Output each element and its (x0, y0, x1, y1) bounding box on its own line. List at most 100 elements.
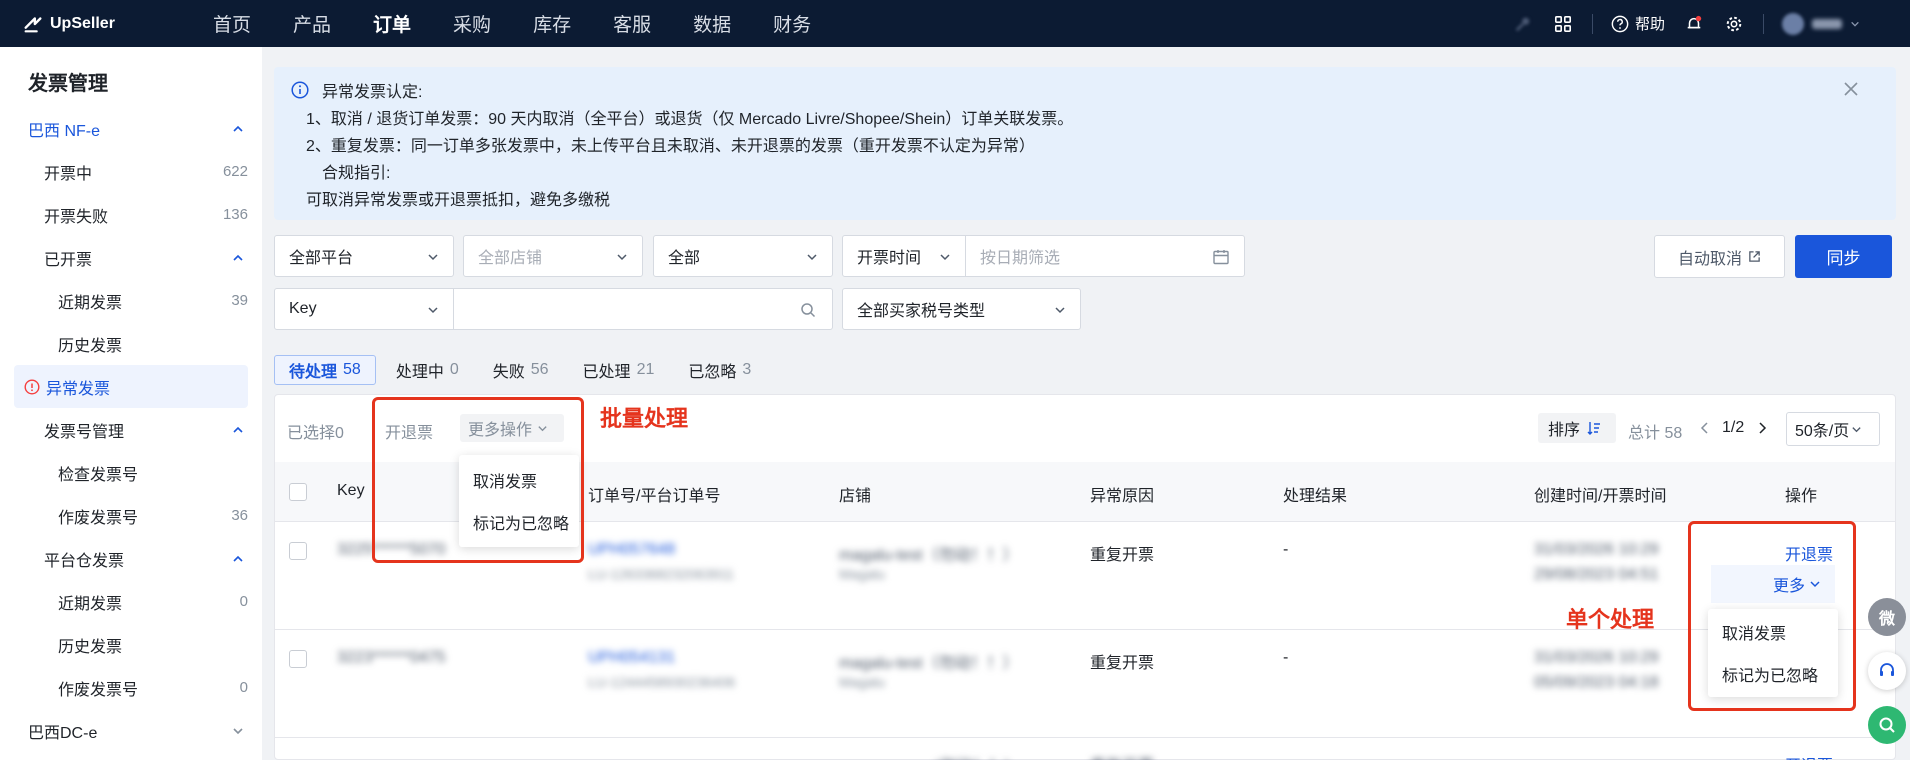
row-store: (勿动！！) (935, 752, 1010, 760)
sidebar-item-history-invoices[interactable]: 历史发票 (0, 322, 262, 365)
sidebar-item-platform-warehouse-invoices[interactable]: 平台仓发票 (0, 537, 262, 580)
sidebar-item-label: 巴西DC-e (28, 724, 98, 742)
brand-logo[interactable]: UpSeller (22, 13, 152, 35)
chevron-down-icon (1055, 307, 1065, 314)
sidebar-item-void-invoice-number[interactable]: 作废发票号 36 (0, 494, 262, 537)
row-checkbox[interactable] (289, 542, 307, 560)
sidebar-item-abnormal-invoices[interactable]: 异常发票 (14, 365, 248, 408)
sidebar-item-check-invoice-number[interactable]: 检查发票号 (0, 451, 262, 494)
batch-annotation-label: 批量处理 (600, 406, 689, 431)
row-result: - (1283, 541, 1289, 558)
user-menu[interactable] (1782, 12, 1860, 35)
external-link-icon (1749, 251, 1760, 262)
row-reason: 重复开票 (1090, 752, 1154, 760)
sidebar-item-issued[interactable]: 已开票 (0, 236, 262, 279)
sync-button[interactable]: 同步 (1795, 235, 1892, 278)
nav-inventory[interactable]: 库存 (512, 10, 592, 37)
auto-cancel-button[interactable]: 自动取消 (1654, 235, 1785, 278)
sidebar-item-label: 巴西 NF-e (28, 122, 101, 140)
row-order-link[interactable]: UPH057648 (588, 541, 675, 559)
user-name-blurred (1812, 18, 1842, 29)
row-refund-button[interactable]: 开退票 (1785, 752, 1833, 760)
settings-gear-icon[interactable] (1723, 13, 1745, 35)
notice-guide-text: 可取消异常发票或开退票抵扣，避免多缴税 (306, 192, 611, 209)
upseller-logo-icon (24, 16, 42, 32)
tab-processed[interactable]: 已处理 21 (569, 355, 669, 385)
chevron-down-icon (233, 727, 243, 734)
tab-label: 待处理 (289, 364, 338, 381)
sidebar-item-recent-invoices[interactable]: 近期发票 39 (0, 279, 262, 322)
chevron-left-icon[interactable] (1699, 421, 1711, 435)
column-header-result: 处理结果 (1283, 488, 1348, 505)
chevron-up-icon (233, 125, 243, 132)
nav-orders[interactable]: 订单 (352, 10, 432, 37)
row-checkbox[interactable] (289, 650, 307, 668)
tab-pending[interactable]: 待处理 58 (274, 355, 376, 385)
platform-select[interactable]: 全部平台 (274, 235, 454, 277)
notice-title: 异常发票认定: (322, 84, 423, 101)
date-range-input[interactable]: 按日期筛选 (965, 235, 1245, 277)
select-all-checkbox[interactable] (289, 483, 307, 501)
nav-data[interactable]: 数据 (672, 10, 752, 37)
sidebar-item-warehouse-recent-invoices[interactable]: 近期发票 0 (0, 580, 262, 623)
tab-count: 21 (636, 361, 655, 378)
sidebar-item-brazil-dce[interactable]: 巴西DC-e (0, 709, 262, 752)
nav-finance[interactable]: 财务 (752, 10, 832, 37)
help-circle-icon (1611, 15, 1629, 32)
key-type-select[interactable]: Key (274, 288, 454, 330)
sort-button[interactable]: 排序 (1538, 413, 1616, 443)
tab-label: 已处理 (582, 364, 631, 381)
sort-label: 排序 (1548, 422, 1581, 439)
chevron-down-icon (617, 254, 627, 261)
search-icon[interactable] (800, 302, 816, 318)
sidebar-item-label: 已开票 (44, 251, 93, 269)
row-created-time: 31/03/2026 10:29 (1534, 649, 1659, 666)
search-input[interactable] (453, 288, 833, 330)
wechat-float-button[interactable]: 微 (1868, 598, 1906, 636)
tab-label: 失败 (492, 364, 525, 381)
sidebar-item-count: 0 (239, 593, 248, 610)
notice-rule-2: 2、重复发票：同一订单多张发票中，未上传平台且未取消、未开退票的发票（重开发票不… (306, 138, 1035, 155)
sidebar-item-invoice-number-management[interactable]: 发票号管理 (0, 408, 262, 451)
sidebar-item-issue-failed[interactable]: 开票失败 136 (0, 193, 262, 236)
nav-purchase[interactable]: 采购 (432, 10, 512, 37)
nav-products[interactable]: 产品 (272, 10, 352, 37)
apps-grid-icon[interactable] (1552, 13, 1574, 35)
time-type-select[interactable]: 开票时间 (842, 235, 966, 277)
customer-support-button[interactable] (1868, 652, 1906, 690)
buyer-tax-type-select[interactable]: 全部买家税号类型 (842, 288, 1081, 330)
tab-failed[interactable]: 失败 56 (479, 355, 563, 385)
row-store-platform: Magalu (839, 566, 885, 582)
status-select[interactable]: 全部 (653, 235, 833, 277)
nav-home[interactable]: 首页 (192, 10, 272, 37)
search-float-button[interactable] (1868, 706, 1906, 744)
store-select[interactable]: 全部店铺 (463, 235, 643, 277)
tab-processing[interactable]: 处理中 0 (382, 355, 473, 385)
chevron-down-icon (807, 254, 817, 261)
row-issued-time: 05/09/2023 04:18 (1534, 674, 1659, 691)
chevron-right-icon[interactable] (1756, 421, 1768, 435)
row-order-link[interactable]: UPH054131 (588, 649, 675, 667)
sidebar-item-label: 开票中 (44, 165, 93, 183)
sidebar-item-warehouse-void-invoice-number[interactable]: 作废发票号 0 (0, 666, 262, 709)
row-store-platform: Magalu (839, 674, 885, 690)
store-select-placeholder: 全部店铺 (478, 250, 543, 267)
sidebar-item-label: 历史发票 (58, 337, 123, 355)
page-size-select[interactable]: 50条/页 (1786, 412, 1880, 446)
sort-icon (1587, 422, 1601, 435)
sidebar-item-issuing[interactable]: 开票中 622 (0, 150, 262, 193)
info-icon (291, 81, 309, 99)
column-header-store: 店铺 (839, 488, 872, 505)
tab-ignored[interactable]: 已忽略 3 (674, 355, 765, 385)
key-type-select-value: Key (289, 300, 317, 317)
notification-bell-icon[interactable] (1683, 13, 1705, 35)
help-button[interactable]: 帮助 (1611, 13, 1665, 34)
top-right-tools: 帮助 (1512, 12, 1860, 35)
selected-count: 已选择0 (287, 425, 344, 442)
nav-customer-service[interactable]: 客服 (592, 10, 672, 37)
key-icon[interactable] (1512, 13, 1534, 35)
close-icon[interactable] (1842, 80, 1860, 98)
sidebar-item-warehouse-history-invoices[interactable]: 历史发票 (0, 623, 262, 666)
page-indicator: 1/2 (1722, 419, 1745, 436)
sidebar-item-brazil-nfe[interactable]: 巴西 NF-e (0, 107, 262, 150)
